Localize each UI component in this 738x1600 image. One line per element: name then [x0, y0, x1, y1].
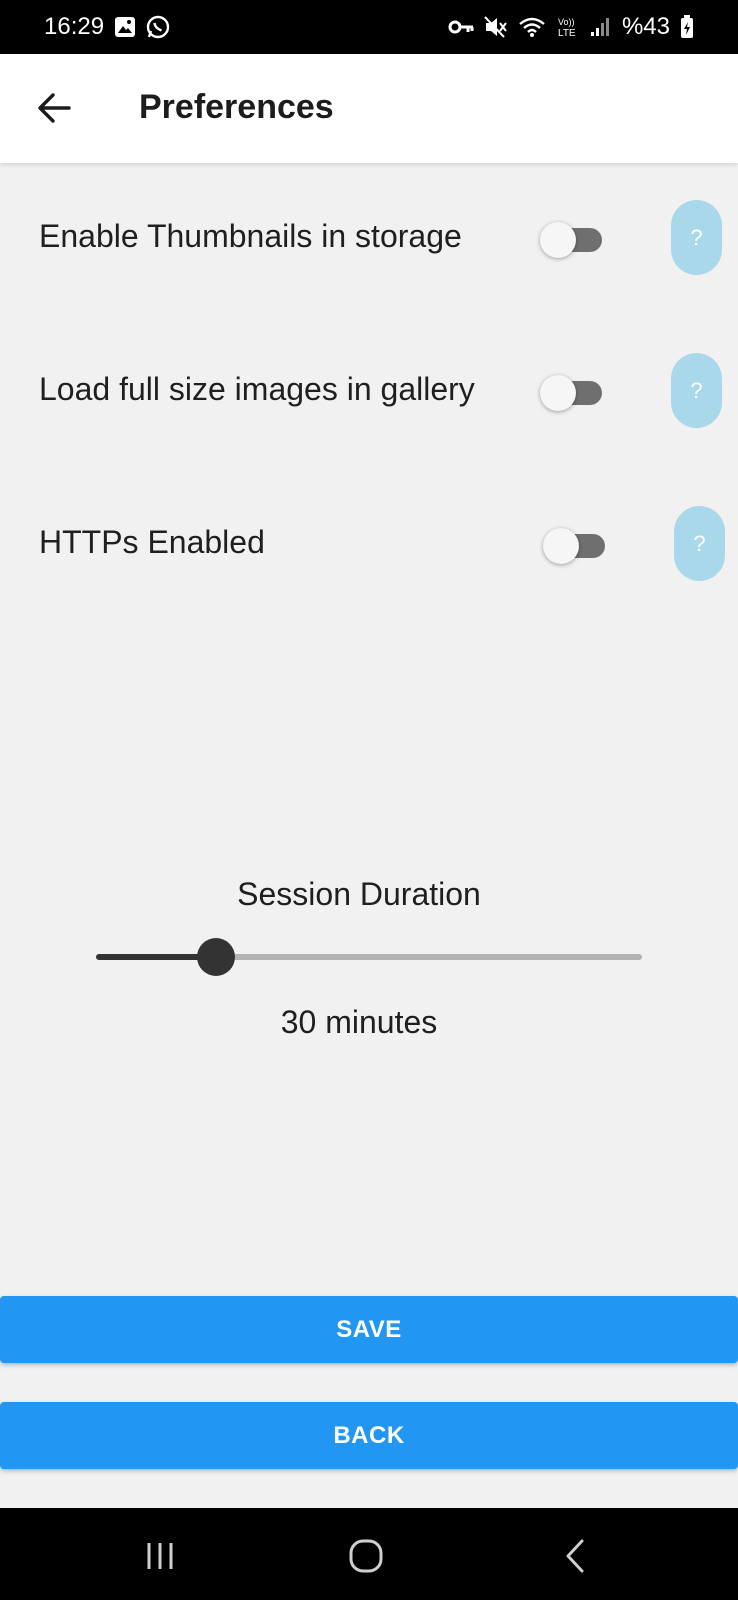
navigation-bar	[0, 1508, 738, 1600]
session-duration-title: Session Duration	[237, 876, 481, 912]
recents-icon[interactable]	[140, 1536, 180, 1576]
question-icon: ?	[690, 377, 703, 403]
https-toggle[interactable]	[543, 528, 605, 564]
pref-label: HTTPs Enabled	[39, 524, 265, 560]
pref-row-https: HTTPs Enabled ?	[0, 506, 738, 586]
session-duration-slider[interactable]	[96, 937, 642, 977]
home-icon[interactable]	[346, 1536, 386, 1576]
back-button[interactable]: BACK	[0, 1402, 738, 1469]
pref-label: Enable Thumbnails in storage	[39, 218, 462, 254]
svg-text:LTE: LTE	[558, 28, 576, 38]
save-button[interactable]: SAVE	[0, 1296, 738, 1363]
toggle-thumb	[540, 375, 576, 411]
status-right: Vo)) LTE %43	[448, 13, 694, 41]
key-icon	[448, 18, 474, 36]
signal-icon	[590, 16, 612, 38]
battery-label: %43	[621, 13, 670, 40]
help-button[interactable]: ?	[671, 353, 722, 428]
gallery-icon	[114, 16, 136, 38]
mute-icon	[484, 16, 508, 38]
volte-icon: Vo)) LTE	[556, 16, 580, 38]
help-button[interactable]: ?	[674, 506, 725, 581]
app-bar: Preferences	[0, 54, 738, 163]
status-bar: 16:29 Vo)) LTE %43	[0, 0, 738, 54]
question-icon: ?	[693, 530, 706, 556]
slider-knob[interactable]	[197, 938, 236, 976]
page-title: Preferences	[139, 88, 334, 126]
thumbnails-toggle[interactable]	[540, 222, 602, 258]
toggle-thumb	[540, 222, 576, 258]
help-button[interactable]: ?	[671, 200, 722, 275]
session-duration-value: 30 minutes	[280, 1004, 438, 1040]
whatsapp-icon	[146, 15, 170, 39]
full-size-images-toggle[interactable]	[540, 375, 602, 411]
wifi-icon	[518, 16, 546, 38]
arrow-left-icon[interactable]	[36, 90, 72, 126]
pref-row-full-size-images: Load full size images in gallery ?	[0, 353, 738, 433]
battery-icon	[680, 15, 694, 39]
svg-text:Vo)): Vo))	[558, 17, 575, 27]
status-time: 16:29	[44, 13, 105, 40]
question-icon: ?	[690, 224, 703, 250]
back-icon[interactable]	[556, 1536, 596, 1576]
pref-label: Load full size images in gallery	[39, 371, 475, 407]
pref-row-thumbnails: Enable Thumbnails in storage ?	[0, 200, 738, 280]
toggle-thumb	[543, 528, 579, 564]
status-left: 16:29	[44, 13, 170, 41]
